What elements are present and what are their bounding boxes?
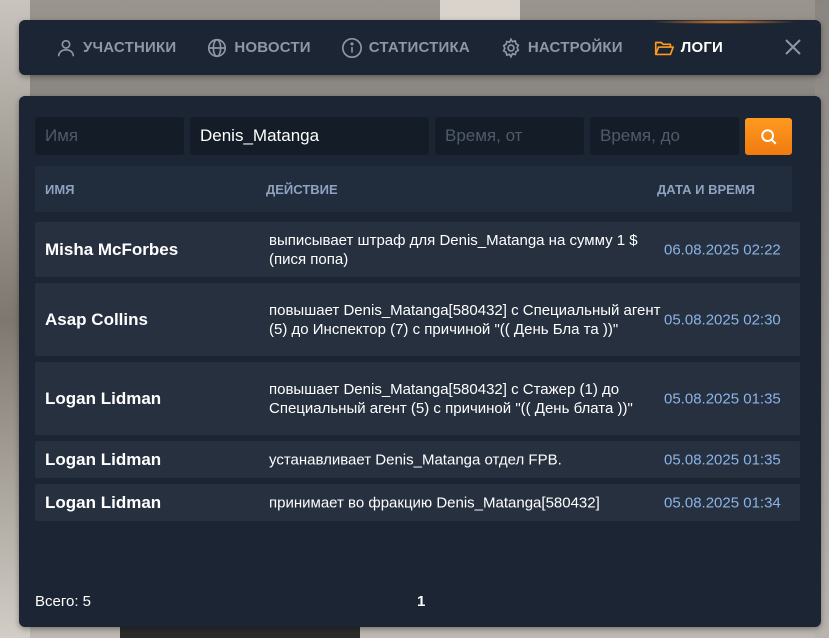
name-filter-input[interactable] <box>35 117 184 155</box>
total-count: Всего: 5 <box>35 593 92 610</box>
tab-logs[interactable]: ЛОГИ <box>653 37 723 59</box>
close-icon <box>785 39 801 55</box>
row-action: повышает Denis_Matanga[580432] с Специал… <box>269 301 661 338</box>
tab-news-label: НОВОСТИ <box>234 39 311 56</box>
tab-members[interactable]: УЧАСТНИКИ <box>55 37 176 59</box>
row-action: принимает во фракцию Denis_Matanga[58043… <box>269 494 600 511</box>
info-icon <box>341 37 362 58</box>
table-row[interactable]: Logan Lidman устанавливает Denis_Matanga… <box>35 441 800 478</box>
close-button[interactable] <box>783 37 803 57</box>
gear-icon <box>502 37 520 58</box>
table-header: ИМЯ ДЕЙСТВИЕ ДАТА И ВРЕМЯ <box>35 166 792 212</box>
table-row[interactable]: Asap Collins повышает Denis_Matanga[5804… <box>35 283 800 356</box>
pagination-page-1[interactable]: 1 <box>417 593 425 610</box>
table-row[interactable]: Misha McForbes выписывает штраф для Deni… <box>35 222 800 277</box>
row-datetime: 05.08.2025 01:35 <box>664 451 781 468</box>
search-button[interactable] <box>745 118 792 155</box>
search-icon <box>760 128 776 144</box>
row-datetime: 05.08.2025 01:34 <box>664 494 781 511</box>
table-row[interactable]: Logan Lidman принимает во фракцию Denis_… <box>35 484 800 521</box>
row-datetime: 05.08.2025 02:30 <box>664 311 781 328</box>
row-action: повышает Denis_Matanga[580432] с Стажер … <box>269 380 633 417</box>
globe-icon <box>208 38 227 57</box>
tab-settings[interactable]: НАСТРОЙКИ <box>500 37 623 59</box>
tab-settings-label: НАСТРОЙКИ <box>527 39 623 56</box>
header-datetime: ДАТА И ВРЕМЯ <box>657 182 755 197</box>
top-nav: УЧАСТНИКИ НОВОСТИ СТАТИСТИКА НАСТРОЙКИ Л… <box>19 20 821 75</box>
logs-panel: ИМЯ ДЕЙСТВИЕ ДАТА И ВРЕМЯ Misha McForbes… <box>19 96 821 627</box>
tab-statistics-label: СТАТИСТИКА <box>368 39 470 56</box>
time-from-input[interactable] <box>435 117 584 155</box>
row-datetime: 05.08.2025 01:35 <box>664 390 781 407</box>
folder-open-icon <box>654 41 674 55</box>
header-action: ДЕЙСТВИЕ <box>266 182 338 197</box>
row-name: Asap Collins <box>45 309 148 329</box>
row-name: Misha McForbes <box>45 239 179 259</box>
row-action: устанавливает Denis_Matanga отдел FPB. <box>269 451 562 468</box>
table-row[interactable]: Logan Lidman повышает Denis_Matanga[5804… <box>35 362 800 435</box>
header-name: ИМЯ <box>45 182 75 197</box>
tab-news[interactable]: НОВОСТИ <box>206 37 311 59</box>
row-name: Logan Lidman <box>45 492 162 512</box>
row-name: Logan Lidman <box>45 449 162 469</box>
row-action: выписывает штраф для Denis_Matanga на су… <box>269 231 638 268</box>
time-to-input[interactable] <box>590 117 739 155</box>
tab-statistics[interactable]: СТАТИСТИКА <box>341 37 470 59</box>
row-datetime: 06.08.2025 02:22 <box>664 241 781 258</box>
row-name: Logan Lidman <box>45 388 162 408</box>
tab-members-label: УЧАСТНИКИ <box>83 39 177 56</box>
target-filter-input[interactable] <box>190 117 429 155</box>
user-icon <box>57 39 75 56</box>
tab-logs-label: ЛОГИ <box>680 39 724 56</box>
active-tab-glow <box>649 20 799 24</box>
